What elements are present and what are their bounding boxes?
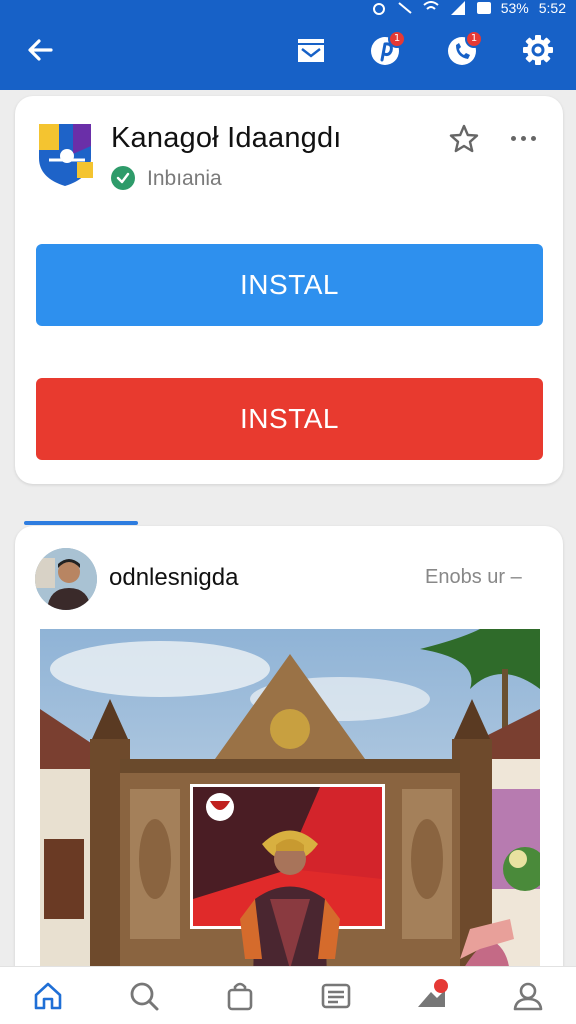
- verified-icon: [111, 166, 135, 190]
- profile-icon: [513, 982, 543, 1010]
- clock: 5:52: [538, 0, 566, 16]
- inbox-button[interactable]: [291, 30, 331, 70]
- back-button[interactable]: [22, 32, 58, 68]
- battery-icon: [476, 2, 491, 14]
- nav-shop[interactable]: [192, 967, 288, 1024]
- app-card: Kanagoł Idaangdı Inbıania INSTAL INSTAL: [15, 96, 563, 484]
- nav-profile[interactable]: [480, 967, 576, 1024]
- nav-feed[interactable]: [288, 967, 384, 1024]
- status-bar: 53% 5:52: [371, 0, 566, 16]
- inbox-icon: [298, 39, 324, 62]
- back-arrow-icon: [28, 39, 53, 61]
- alarm-icon: [372, 3, 385, 15]
- nav-alerts[interactable]: [384, 967, 480, 1024]
- more-dot-icon: [510, 135, 516, 141]
- settings-icon: [523, 35, 553, 65]
- nav-search[interactable]: [96, 967, 192, 1024]
- notification-badge: 1: [465, 30, 483, 48]
- bag-icon: [227, 982, 253, 1010]
- more-dot-icon: [530, 135, 536, 141]
- avatar[interactable]: [35, 548, 97, 610]
- app-country: Inbıania: [147, 167, 222, 190]
- bottom-nav: [0, 966, 576, 1024]
- install-button[interactable]: INSTAL: [36, 244, 543, 326]
- post-card: odnlesnigda Enobs ur –: [15, 526, 563, 1024]
- post-meta: Enobs ur –: [425, 566, 522, 588]
- mute-icon: [398, 2, 412, 14]
- notification-badge: 1: [388, 30, 406, 48]
- wifi-icon: [423, 1, 439, 10]
- top-app-bar: 53% 5:52 1 1: [0, 0, 576, 90]
- post-image[interactable]: [40, 629, 540, 1024]
- alert-dot: [433, 979, 448, 993]
- more-dot-icon: [520, 135, 526, 141]
- install-button-secondary[interactable]: INSTAL: [36, 378, 543, 460]
- post-username[interactable]: odnlesnigda: [109, 564, 238, 592]
- feed-icon: [321, 983, 351, 1008]
- app-logo: [39, 124, 93, 186]
- battery-percent: 53%: [500, 0, 529, 16]
- tab-indicator: [24, 521, 138, 525]
- home-icon: [34, 982, 62, 1009]
- favorite-button[interactable]: [447, 122, 481, 156]
- app-title: Kanagoł Idaangdı: [111, 122, 342, 154]
- pinterest-button[interactable]: 1: [366, 30, 406, 70]
- call-button[interactable]: 1: [443, 30, 483, 70]
- settings-button[interactable]: [518, 30, 558, 70]
- nav-home[interactable]: [0, 967, 96, 1024]
- star-icon: [449, 124, 479, 153]
- more-options-button[interactable]: [505, 126, 541, 150]
- search-icon: [130, 982, 159, 1010]
- signal-icon: [450, 1, 465, 15]
